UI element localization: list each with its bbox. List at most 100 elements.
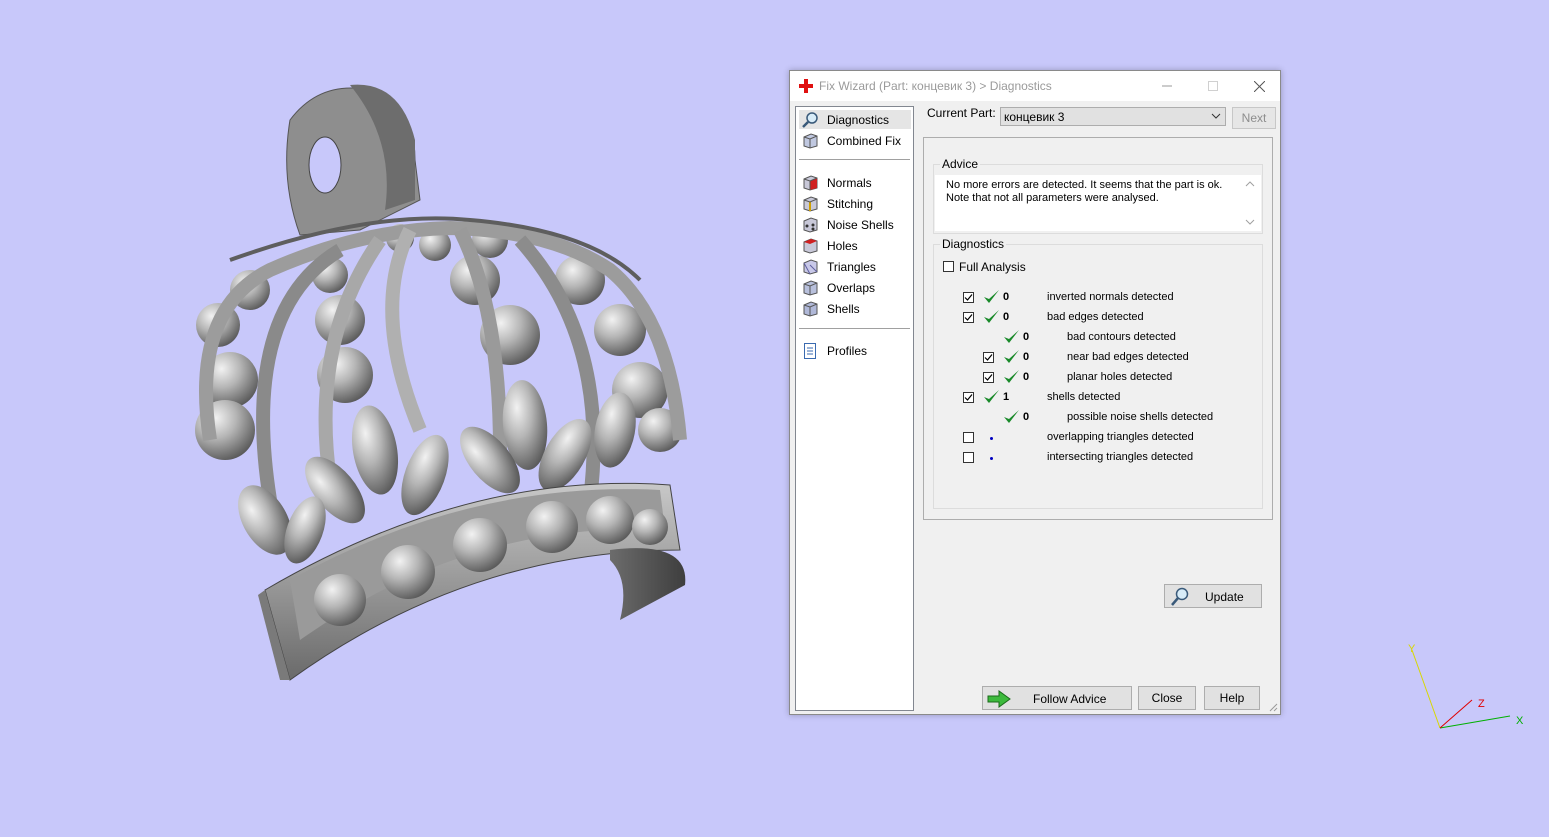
pending-dot-icon: [990, 457, 993, 460]
help-button[interactable]: Help: [1204, 686, 1260, 710]
scroll-up-icon: [1245, 181, 1255, 187]
diagnostics-group: Diagnostics Full Analysis 0 inverted norm…: [933, 237, 1263, 608]
diagnostic-row: 0 near bad edges detected: [934, 350, 1254, 368]
diagnostic-label: overlapping triangles detected: [1047, 431, 1194, 443]
close-button[interactable]: Close: [1138, 686, 1196, 710]
full-analysis-checkbox[interactable]: [943, 261, 954, 272]
diagnostic-checkbox[interactable]: [963, 432, 974, 443]
diagnostics-group-title: Diagnostics: [940, 237, 1007, 251]
diagnostic-count: 0: [1003, 291, 1010, 303]
advice-text: No more errors are detected. It seems th…: [946, 179, 1236, 205]
nav-item-shells[interactable]: Shells: [799, 299, 911, 318]
diagnostic-row: 0 bad contours detected: [934, 330, 1254, 348]
diagnostic-row: 0 planar holes detected: [934, 370, 1254, 388]
noise-shells-cube-icon: [801, 216, 819, 234]
check-ok-icon: [982, 288, 1000, 309]
minimize-button[interactable]: [1144, 71, 1190, 101]
close-window-button[interactable]: [1236, 71, 1282, 101]
check-ok-icon: [1002, 368, 1020, 389]
diagnostic-row: 0 bad edges detected: [934, 310, 1254, 328]
full-analysis-label: Full Analysis: [959, 260, 1026, 274]
diagnostic-checkbox[interactable]: [983, 372, 994, 383]
nav-divider: [799, 159, 910, 160]
check-ok-icon: [1002, 408, 1020, 429]
wizard-nav-panel: Diagnostics Combined Fix Normals Stitchi…: [795, 106, 914, 711]
diagnostic-row: intersecting triangles detected: [934, 450, 1254, 468]
normals-cube-icon: [801, 174, 819, 192]
nav-item-label: Triangles: [827, 259, 876, 274]
3d-viewport[interactable]: X Y Z: [0, 0, 1549, 837]
check-ok-icon: [982, 308, 1000, 329]
axis-x-label: X: [1516, 715, 1524, 727]
nav-item-label: Stitching: [827, 196, 874, 211]
next-button[interactable]: Next: [1232, 107, 1276, 129]
nav-item-triangles[interactable]: Triangles: [799, 257, 911, 276]
nav-item-stitching[interactable]: Stitching: [799, 194, 911, 213]
diagnostic-label: bad contours detected: [1067, 331, 1176, 343]
diagnostic-row: 0 possible noise shells detected: [934, 410, 1254, 428]
nav-item-holes[interactable]: Holes: [799, 236, 911, 255]
diagnostic-label: inverted normals detected: [1047, 291, 1174, 303]
follow-advice-label: Follow Advice: [1033, 692, 1107, 706]
diagnostic-row: 1 shells detected: [934, 390, 1254, 408]
nav-item-diagnostics[interactable]: Diagnostics: [799, 110, 911, 129]
crown-pendant-model[interactable]: [170, 80, 710, 690]
stitching-cube-icon: [801, 195, 819, 213]
title-bar[interactable]: Fix Wizard (Part: концевик 3) > Diagnost…: [790, 71, 1280, 101]
triangles-cube-icon: [801, 258, 819, 276]
chevron-down-icon: [1211, 113, 1221, 119]
overlaps-cube-icon: [801, 279, 819, 297]
minimize-icon: [1162, 85, 1172, 87]
nav-item-label: Profiles: [827, 343, 868, 358]
maximize-icon: [1208, 81, 1218, 91]
diagnostic-count: 0: [1003, 311, 1010, 323]
check-ok-icon: [982, 388, 1000, 409]
diagnostic-checkbox[interactable]: [963, 452, 974, 463]
follow-advice-button[interactable]: Follow Advice: [982, 686, 1132, 710]
diagnostic-checkbox[interactable]: [983, 352, 994, 363]
resize-grip-icon[interactable]: [1268, 702, 1278, 712]
advice-line: Note that not all parameters were analys…: [946, 192, 1159, 204]
maximize-button[interactable]: [1190, 71, 1236, 101]
nav-item-label: Holes: [827, 238, 858, 253]
update-button[interactable]: Update: [1164, 584, 1262, 608]
diagnostic-row: overlapping triangles detected: [934, 430, 1254, 448]
nav-item-label: Normals: [827, 175, 872, 190]
holes-cube-icon: [801, 237, 819, 255]
advice-text-box[interactable]: No more errors are detected. It seems th…: [935, 175, 1261, 231]
diagnostic-count: 0: [1023, 371, 1030, 383]
green-arrow-icon: [987, 690, 1011, 708]
diagnostic-checkbox[interactable]: [963, 292, 974, 303]
close-icon: [1253, 80, 1265, 92]
magnifier-icon: [1171, 587, 1189, 606]
nav-item-noise-shells[interactable]: Noise Shells: [799, 215, 911, 234]
nav-item-overlaps[interactable]: Overlaps: [799, 278, 911, 297]
advice-line: No more errors are detected. It seems th…: [946, 179, 1223, 191]
diagnostic-label: near bad edges detected: [1067, 351, 1189, 363]
diagnostic-count: 0: [1023, 331, 1030, 343]
current-part-value: концевик 3: [1004, 110, 1065, 124]
fix-wizard-dialog: Fix Wizard (Part: концевик 3) > Diagnost…: [789, 70, 1281, 715]
nav-divider: [799, 328, 910, 329]
nav-item-label: Combined Fix: [827, 133, 902, 148]
shells-cube-icon: [801, 300, 819, 318]
diagnostic-checkbox[interactable]: [963, 392, 974, 403]
advice-scrollbar[interactable]: [1243, 177, 1257, 229]
window-title: Fix Wizard (Part: концевик 3) > Diagnost…: [819, 79, 1052, 93]
nav-item-normals[interactable]: Normals: [799, 173, 911, 192]
advice-group-title: Advice: [940, 157, 981, 171]
diagnostic-checkbox[interactable]: [963, 312, 974, 323]
pending-dot-icon: [990, 437, 993, 440]
diagnostic-label: planar holes detected: [1067, 371, 1173, 383]
nav-item-profiles[interactable]: Profiles: [799, 341, 911, 360]
cube-icon: [801, 132, 819, 150]
current-part-select[interactable]: концевик 3: [1000, 107, 1226, 126]
diagnostic-label: shells detected: [1047, 391, 1121, 403]
current-part-label: Current Part:: [927, 106, 996, 120]
nav-item-combined-fix[interactable]: Combined Fix: [799, 131, 911, 150]
check-ok-icon: [1002, 328, 1020, 349]
diagnostic-count: 1: [1003, 391, 1010, 403]
diagnostics-page: Advice No more errors are detected. It s…: [923, 137, 1273, 608]
magnifier-icon: [801, 111, 819, 129]
axis-y-label: Y: [1408, 643, 1416, 655]
